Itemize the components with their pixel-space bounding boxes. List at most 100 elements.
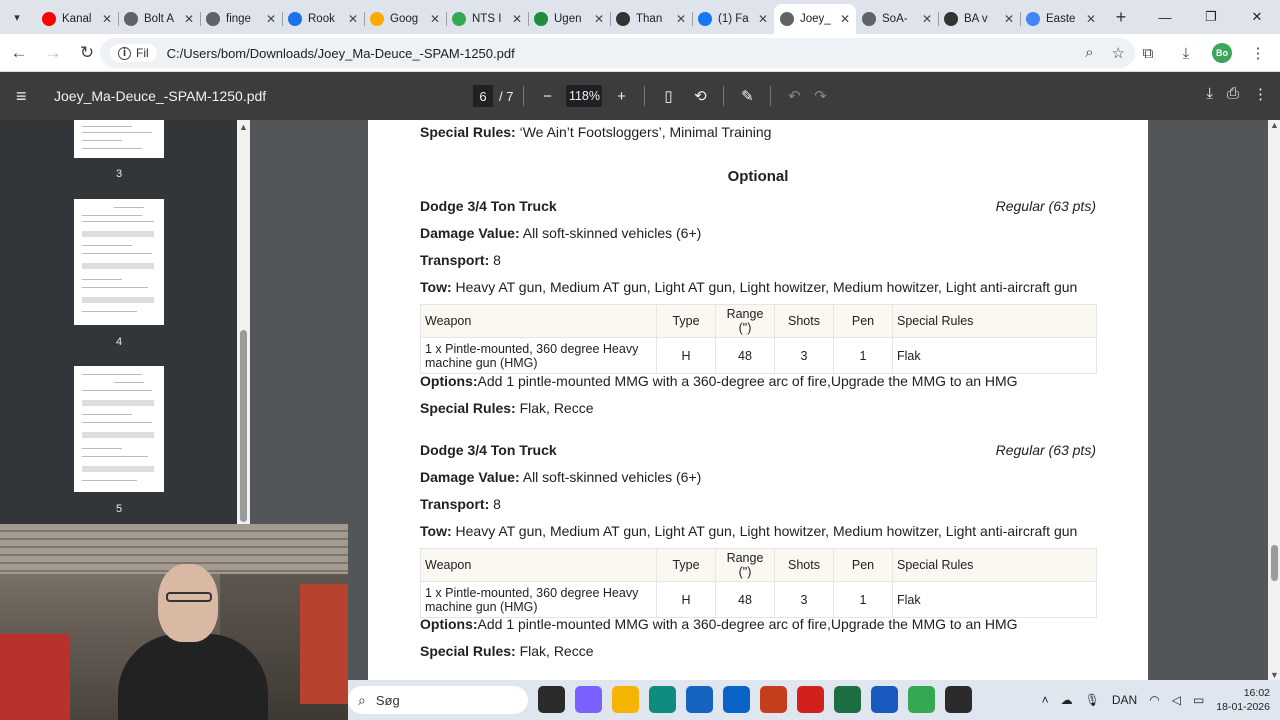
store-icon[interactable] bbox=[686, 686, 713, 713]
tab-title: (1) Fa bbox=[718, 13, 749, 25]
chrome-icon[interactable] bbox=[908, 686, 935, 713]
bookmark-star-icon[interactable]: ☆ bbox=[1112, 44, 1125, 62]
microphone-icon[interactable]: 🎙 bbox=[1085, 693, 1100, 707]
browser-tab[interactable]: finge ✕ bbox=[200, 4, 282, 34]
zoom-in-icon[interactable]: + bbox=[608, 88, 634, 105]
forward-button[interactable]: → bbox=[38, 38, 68, 68]
reload-button[interactable]: ↻ bbox=[72, 38, 102, 68]
cell-range: 48 bbox=[715, 581, 775, 618]
tab-close-icon[interactable]: ✕ bbox=[676, 12, 686, 26]
scroll-up-icon[interactable]: ▲ bbox=[239, 122, 248, 132]
cell-rules: Flak bbox=[892, 581, 1097, 618]
acrobat-icon[interactable] bbox=[797, 686, 824, 713]
back-button[interactable]: ← bbox=[4, 38, 34, 68]
outlook-icon[interactable] bbox=[723, 686, 750, 713]
tab-close-icon[interactable]: ✕ bbox=[922, 12, 932, 26]
zoom-out-icon[interactable]: − bbox=[534, 88, 560, 105]
taskbar-search[interactable]: ⌕ Søg bbox=[348, 686, 528, 714]
zoom-level-input[interactable]: 118% bbox=[566, 85, 603, 107]
browser-tab[interactable]: Rook ✕ bbox=[282, 4, 364, 34]
viewer-scrollbar[interactable]: ▲ ▼ bbox=[1268, 120, 1280, 680]
undo-icon[interactable]: ↶ bbox=[781, 87, 807, 105]
address-url[interactable]: C:/Users/bom/Downloads/Joey_Ma-Deuce_-SP… bbox=[167, 46, 515, 61]
page-number-input[interactable]: 6 bbox=[473, 85, 493, 107]
browser-tab[interactable]: Bolt A ✕ bbox=[118, 4, 200, 34]
app-dark-icon[interactable] bbox=[945, 686, 972, 713]
page-thumbnail-3[interactable] bbox=[74, 120, 164, 158]
tab-close-icon[interactable]: ✕ bbox=[184, 12, 194, 26]
browser-tab[interactable]: Easte ✕ bbox=[1020, 4, 1102, 34]
new-tab-button[interactable]: + bbox=[1108, 7, 1134, 28]
print-icon[interactable]: ⎙ bbox=[1227, 85, 1239, 103]
fit-page-icon[interactable]: ▯ bbox=[655, 87, 681, 105]
profile-avatar[interactable]: Bo bbox=[1212, 43, 1232, 63]
powerpoint-icon[interactable] bbox=[760, 686, 787, 713]
edge-icon[interactable] bbox=[649, 686, 676, 713]
scroll-down-icon[interactable]: ▼ bbox=[1270, 670, 1279, 680]
browser-tab[interactable]: BA v ✕ bbox=[938, 4, 1020, 34]
minimize-button[interactable]: — bbox=[1142, 0, 1188, 34]
tab-close-icon[interactable]: ✕ bbox=[758, 12, 768, 26]
tab-close-icon[interactable]: ✕ bbox=[1086, 12, 1096, 26]
tow-line: Tow: Heavy AT gun, Medium AT gun, Light … bbox=[420, 279, 1078, 295]
page-thumbnail-4[interactable] bbox=[74, 199, 164, 325]
cell-shots: 3 bbox=[774, 581, 834, 618]
tab-close-icon[interactable]: ✕ bbox=[102, 12, 112, 26]
copilot-icon[interactable] bbox=[575, 686, 602, 713]
address-bar[interactable]: i Fil C:/Users/bom/Downloads/Joey_Ma-Deuc… bbox=[100, 38, 1135, 68]
unit-name: Dodge 3/4 Ton Truck bbox=[420, 198, 557, 214]
tab-search-dropdown[interactable]: ▾ bbox=[4, 4, 30, 30]
redo-icon[interactable]: ↷ bbox=[807, 87, 833, 105]
scroll-up-icon[interactable]: ▲ bbox=[1270, 120, 1279, 130]
browser-tab[interactable]: Joey_ ✕ bbox=[774, 4, 856, 34]
task-view-icon[interactable] bbox=[538, 686, 565, 713]
sidebar-scroll-thumb[interactable] bbox=[240, 330, 247, 522]
viewer-scroll-thumb[interactable] bbox=[1271, 545, 1278, 581]
tab-close-icon[interactable]: ✕ bbox=[840, 12, 850, 26]
onedrive-icon[interactable]: ☁ bbox=[1061, 693, 1073, 707]
extensions-icon[interactable]: ⧉ bbox=[1136, 38, 1160, 68]
volume-icon[interactable]: ◁ bbox=[1172, 693, 1181, 707]
tab-close-icon[interactable]: ✕ bbox=[430, 12, 440, 26]
tab-close-icon[interactable]: ✕ bbox=[1004, 12, 1014, 26]
tab-close-icon[interactable]: ✕ bbox=[348, 12, 358, 26]
tab-close-icon[interactable]: ✕ bbox=[266, 12, 276, 26]
excel-icon[interactable] bbox=[834, 686, 861, 713]
chrome-menu-icon[interactable]: ⋮ bbox=[1246, 38, 1270, 68]
col-pen: Pen bbox=[833, 304, 893, 338]
browser-tab[interactable]: NTS I ✕ bbox=[446, 4, 528, 34]
language-indicator[interactable]: DAN bbox=[1112, 693, 1137, 707]
person-head bbox=[158, 564, 218, 642]
col-special-rules: Special Rules bbox=[892, 304, 1097, 338]
sidebar-scrollbar[interactable]: ▲ bbox=[237, 120, 250, 525]
clock[interactable]: 16:02 18-01-2026 bbox=[1216, 686, 1270, 714]
browser-tab[interactable]: Ugen ✕ bbox=[528, 4, 610, 34]
close-window-button[interactable]: ✕ bbox=[1234, 0, 1280, 34]
zoom-icon[interactable]: ⌕ bbox=[1085, 44, 1093, 62]
battery-icon[interactable]: ▭ bbox=[1193, 693, 1204, 707]
more-options-icon[interactable]: ⋮ bbox=[1253, 85, 1268, 103]
browser-tab[interactable]: Than ✕ bbox=[610, 4, 692, 34]
browser-tab[interactable]: Goog ✕ bbox=[364, 4, 446, 34]
restore-button[interactable]: ❐ bbox=[1188, 0, 1234, 34]
thumbnail-label: 3 bbox=[115, 168, 123, 180]
pdf-download-icon[interactable]: ⤓ bbox=[1206, 85, 1213, 103]
rotate-icon[interactable]: ⟲ bbox=[687, 87, 713, 105]
annotate-icon[interactable]: ✎ bbox=[734, 87, 760, 105]
weapons-table: Weapon Type Range (") Shots Pen Special … bbox=[420, 304, 1097, 374]
chevron-up-icon[interactable]: ˄ bbox=[1042, 693, 1049, 707]
site-info-chip[interactable]: i Fil bbox=[110, 44, 157, 62]
browser-tab[interactable]: (1) Fa ✕ bbox=[692, 4, 774, 34]
tab-close-icon[interactable]: ✕ bbox=[594, 12, 604, 26]
downloads-icon[interactable]: ⤓ bbox=[1174, 38, 1198, 68]
browser-tab[interactable]: SoA- ✕ bbox=[856, 4, 938, 34]
page-thumbnail-5[interactable] bbox=[74, 366, 164, 492]
sidebar-menu-icon[interactable]: ≡ bbox=[16, 86, 40, 107]
file-explorer-icon[interactable] bbox=[612, 686, 639, 713]
tab-close-icon[interactable]: ✕ bbox=[512, 12, 522, 26]
browser-tab[interactable]: Kanal ✕ bbox=[36, 4, 118, 34]
word-icon[interactable] bbox=[871, 686, 898, 713]
tabs-container: Kanal ✕ Bolt A ✕ finge ✕ Rook ✕ Goog ✕ NTS I ✕ Ugen ✕… bbox=[36, 0, 1102, 34]
weapons-table: Weapon Type Range (") Shots Pen Special … bbox=[420, 548, 1097, 618]
wifi-icon[interactable]: ◠ bbox=[1149, 693, 1159, 707]
